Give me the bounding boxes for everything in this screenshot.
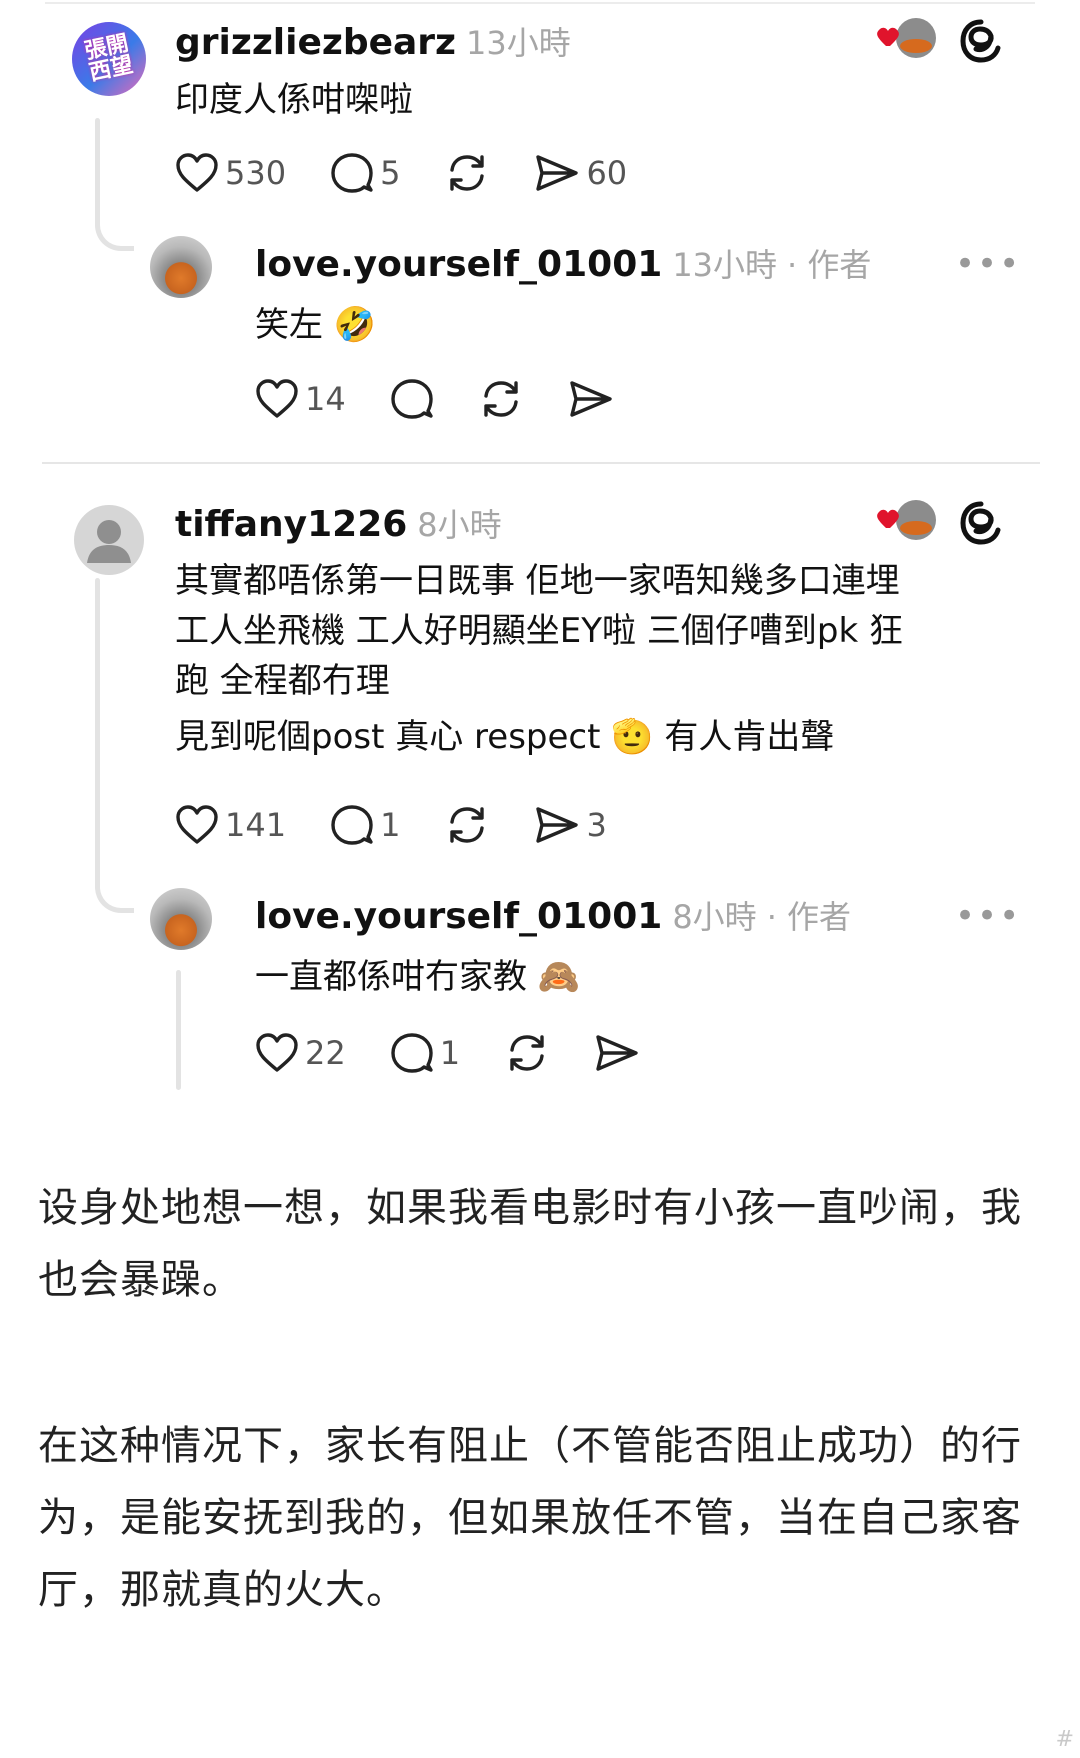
- share-icon: [570, 381, 612, 417]
- heart-reaction-icon: [877, 500, 936, 540]
- timestamp: 8小時: [672, 898, 757, 936]
- threads-logo-icon[interactable]: [958, 18, 1004, 68]
- comment-divider: [42, 462, 1040, 464]
- username[interactable]: tiffany1226: [175, 504, 407, 545]
- reaction-badge: [872, 498, 938, 546]
- author-tag: · 作者: [766, 898, 852, 936]
- article-paragraph: 设身处地想一想，如果我看电影时有小孩一直吵闹，我也会暴躁。: [38, 1185, 1022, 1303]
- share-count: 3: [586, 806, 607, 844]
- thread-connector: [95, 210, 134, 251]
- like-button[interactable]: 530: [175, 152, 286, 194]
- threads-logo-icon[interactable]: [958, 500, 1004, 550]
- username[interactable]: grizzliezbearz: [175, 22, 456, 63]
- heart-icon: [176, 805, 218, 844]
- share-count: 60: [586, 154, 628, 192]
- reply-count: 1: [380, 806, 401, 844]
- repost-icon: [450, 807, 485, 843]
- heart-icon: [256, 1033, 298, 1072]
- more-icon[interactable]: •••: [955, 244, 1021, 284]
- repost-button[interactable]: [444, 804, 490, 846]
- like-button[interactable]: 14: [255, 378, 346, 420]
- action-bar: 530 5 60: [175, 152, 671, 194]
- avatar[interactable]: [150, 236, 212, 298]
- repost-button[interactable]: [478, 378, 524, 420]
- repost-button[interactable]: [504, 1032, 550, 1074]
- share-button[interactable]: 60: [534, 152, 627, 194]
- heart-icon: [256, 379, 298, 418]
- thread-connector: [95, 870, 134, 913]
- reply-thread-line: [176, 970, 181, 1090]
- comment-icon: [391, 1033, 433, 1073]
- thread-line: [95, 578, 100, 878]
- comment-line: 其實都唔係第一日既事 佢地一家唔知幾多口連埋: [175, 561, 900, 601]
- timestamp: 8小時: [417, 506, 502, 544]
- like-count: 14: [305, 380, 346, 418]
- avatar[interactable]: [150, 888, 212, 950]
- comment-icon: [331, 805, 373, 845]
- like-button[interactable]: 22: [255, 1032, 346, 1074]
- avatar[interactable]: [74, 505, 144, 575]
- username[interactable]: love.yourself_01001: [255, 244, 662, 285]
- share-button[interactable]: [594, 1032, 640, 1074]
- reply-button[interactable]: 1: [330, 804, 400, 846]
- share-icon: [536, 155, 579, 191]
- comment-header: grizzliezbearz 13小時: [175, 18, 571, 64]
- share-icon: [536, 807, 579, 843]
- comment-line: 見到呢個post 真心 respect 🫡 有人肯出聲: [175, 717, 835, 757]
- repost-icon: [484, 381, 518, 417]
- reply-button[interactable]: 1: [390, 1032, 460, 1074]
- watermark: #: [1055, 1727, 1074, 1752]
- share-button[interactable]: [568, 378, 614, 420]
- comment-header: tiffany1226 8小時: [175, 500, 502, 546]
- reply-count: 1: [439, 1034, 461, 1072]
- share-button[interactable]: 3: [534, 804, 607, 846]
- repost-icon: [450, 155, 485, 191]
- reply-count: 5: [380, 154, 401, 192]
- repost-icon: [510, 1035, 544, 1071]
- reaction-badge: [872, 16, 938, 64]
- comment-body: 其實都唔係第一日既事 佢地一家唔知幾多口連埋 工人坐飛機 工人好明顯坐EY啦 三…: [175, 556, 903, 762]
- like-count: 22: [305, 1034, 346, 1072]
- avatar-brand-text: 張開 西望: [82, 30, 136, 87]
- top-divider: [45, 2, 1035, 4]
- reply-button[interactable]: 5: [330, 152, 400, 194]
- action-bar: 141 1 3: [175, 804, 651, 846]
- comment-icon: [391, 379, 433, 419]
- like-button[interactable]: 141: [175, 804, 286, 846]
- avatar[interactable]: 張開 西望: [72, 22, 146, 96]
- timestamp: 13小時: [466, 24, 571, 62]
- article-paragraph: 在这种情况下，家长有阻止（不管能否阻止成功）的行为，是能安抚到我的，但如果放任不…: [38, 1423, 1022, 1613]
- action-bar: 22 1: [255, 1032, 684, 1074]
- share-icon: [596, 1035, 638, 1071]
- action-bar: 14: [255, 378, 658, 420]
- timestamp: 13小時: [672, 246, 778, 284]
- comment-line: 跑 全程都冇理: [175, 661, 390, 701]
- like-count: 530: [225, 154, 287, 192]
- repost-button[interactable]: [444, 152, 490, 194]
- default-avatar-icon: [87, 520, 131, 563]
- comment-text: 印度人係咁㗎啦: [175, 80, 413, 120]
- comment-icon: [331, 153, 373, 193]
- author-tag: · 作者: [787, 246, 872, 284]
- reply-button[interactable]: [390, 378, 434, 420]
- comment-text: 笑左 🤣: [255, 305, 377, 345]
- comment-header: love.yourself_01001 8小時 · 作者: [255, 892, 851, 938]
- comment-header: love.yourself_01001 13小時 · 作者: [255, 240, 871, 286]
- comment-text: 一直都係咁冇家教 🙈: [255, 957, 581, 997]
- username[interactable]: love.yourself_01001: [255, 896, 662, 937]
- thread-line: [95, 118, 100, 218]
- heart-icon: [176, 153, 218, 192]
- comment-line: 工人坐飛機 工人好明顯坐EY啦 三個仔嘈到pk 狂: [175, 611, 903, 651]
- heart-reaction-icon: [877, 18, 936, 58]
- like-count: 141: [225, 806, 287, 844]
- more-icon[interactable]: •••: [955, 896, 1021, 936]
